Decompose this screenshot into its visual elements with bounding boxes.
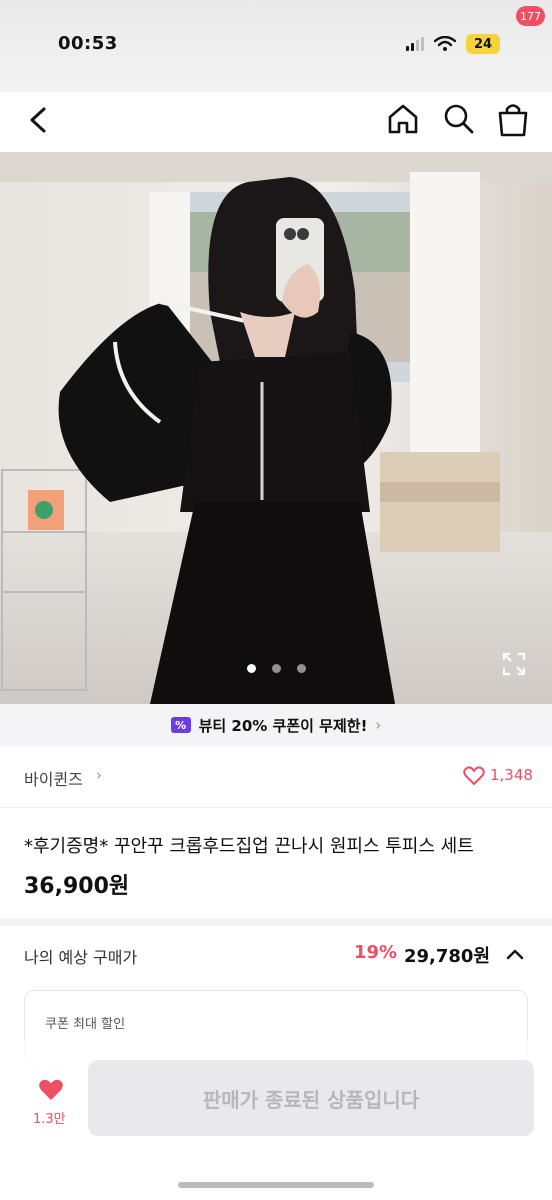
home-indicator <box>178 1182 374 1188</box>
chevron-right-icon: › <box>375 716 382 734</box>
coupon-banner[interactable]: % 뷰티 20% 쿠폰이 무제한! › <box>0 704 552 746</box>
estimated-price: 29,780원 <box>404 946 491 967</box>
gallery-dot-3[interactable] <box>296 664 306 673</box>
wifi-icon <box>434 36 456 51</box>
signal-icon <box>406 37 424 51</box>
estimated-price-label: 나의 예상 구매가 <box>24 948 138 967</box>
product-title: *후기증명* 꾸안꾸 크롭후드집업 끈나시 원피스 투피스 세트 <box>24 836 474 857</box>
discount-percent: 19% <box>354 942 398 963</box>
product-photo-illustration <box>0 152 552 704</box>
brand-chevron-icon[interactable]: › <box>96 766 102 784</box>
heart-filled-icon[interactable] <box>38 1078 64 1102</box>
wish-count: 1.3만 <box>33 1112 66 1127</box>
cart-icon[interactable] <box>495 100 531 138</box>
back-icon[interactable] <box>22 102 58 138</box>
gallery-dot-2[interactable] <box>271 664 281 673</box>
like-count: 1,348 <box>490 766 533 784</box>
search-icon[interactable] <box>442 102 476 136</box>
sold-out-button[interactable]: 판매가 종료된 상품입니다 <box>88 1060 534 1136</box>
home-icon[interactable] <box>386 102 420 136</box>
coupon-icon: % <box>170 717 191 733</box>
coupon-banner-text: 뷰티 20% 쿠폰이 무제한! <box>198 716 368 735</box>
chevron-up-icon[interactable] <box>504 943 526 965</box>
heart-outline-icon[interactable] <box>463 766 485 786</box>
product-image[interactable] <box>0 152 552 704</box>
top-nav <box>0 92 552 152</box>
product-price: 36,900원 <box>24 874 130 899</box>
section-divider <box>0 918 552 926</box>
gallery-dot-1[interactable] <box>246 664 256 673</box>
status-time: 00:53 <box>58 33 118 54</box>
brand-row: 바이퀸즈 › 1,348 <box>0 746 552 808</box>
estimated-price-row[interactable]: 나의 예상 구매가 19% 29,780원 <box>0 926 552 986</box>
coupon-max-discount-label: 쿠폰 최대 할인 <box>45 1017 126 1032</box>
expand-icon[interactable] <box>502 652 526 676</box>
status-bar: 00:53 24 <box>0 0 552 92</box>
status-icons: 24 <box>406 33 500 55</box>
brand-name[interactable]: 바이퀸즈 <box>24 766 83 790</box>
battery-icon: 24 <box>466 34 500 54</box>
gallery-indicator <box>0 664 552 673</box>
cart-badge: 177 <box>516 6 545 26</box>
